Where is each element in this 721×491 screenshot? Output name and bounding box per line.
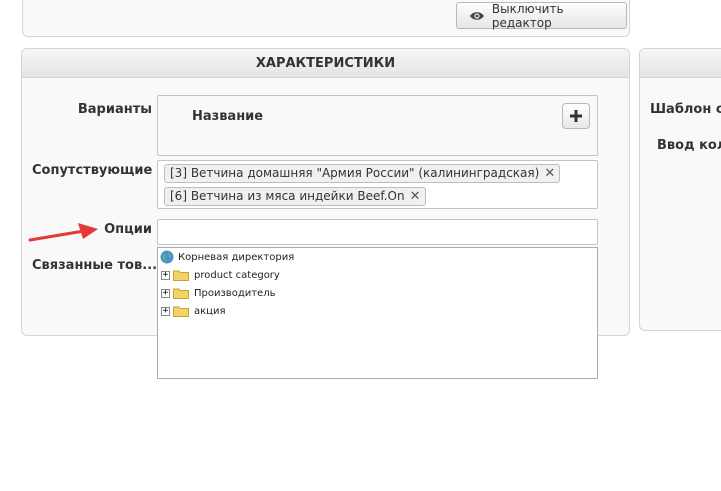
options-input[interactable] — [157, 219, 598, 245]
eye-icon — [469, 11, 484, 20]
tree-root-label: Корневая директория — [178, 251, 295, 263]
globe-icon — [160, 250, 174, 264]
panel-header: ХАРАКТЕРИСТИКИ — [22, 49, 629, 78]
panel-title: ХАРАКТЕРИСТИКИ — [255, 55, 396, 71]
quantity-input-label: Ввод коли — [657, 138, 721, 153]
red-arrow-annotation — [28, 223, 98, 242]
folder-icon — [173, 306, 189, 317]
tree-root[interactable]: Корневая директория — [160, 248, 294, 266]
tree-item-label: Производитель — [194, 287, 276, 299]
tree-item-label: акция — [194, 305, 226, 317]
add-variant-button[interactable] — [562, 103, 590, 129]
disable-editor-label: Выключить редактор — [491, 1, 564, 30]
tree-item[interactable]: + product category — [161, 266, 280, 284]
right-panel — [639, 48, 721, 331]
linked-products-label: Связанные тов... — [32, 258, 158, 273]
plus-icon — [570, 110, 582, 122]
related-tag: [6] Ветчина из мяса индейки Beef.On ✕ — [164, 187, 426, 206]
related-tag-text: [3] Ветчина домашняя "Армия России" (кал… — [170, 166, 540, 180]
remove-tag-icon[interactable]: ✕ — [410, 188, 421, 205]
page-template-label: Шаблон стр — [650, 102, 721, 117]
options-label: Опции — [104, 222, 152, 237]
expand-icon[interactable]: + — [161, 306, 170, 316]
disable-editor-button[interactable]: Выключить редактор — [456, 1, 627, 30]
tree-item[interactable]: + Производитель — [161, 284, 276, 302]
folder-icon — [173, 288, 189, 299]
expand-icon[interactable]: + — [161, 270, 170, 280]
related-products-box[interactable]: [3] Ветчина домашняя "Армия России" (кал… — [157, 160, 598, 209]
variants-name-header: Название — [192, 109, 264, 124]
expand-icon[interactable]: + — [161, 288, 170, 298]
variants-label: Варианты — [77, 102, 152, 117]
tree-item[interactable]: + акция — [161, 302, 226, 320]
related-products-label: Сопутствующие ... — [32, 163, 172, 178]
related-tag-text: [6] Ветчина из мяса индейки Beef.On — [170, 189, 405, 203]
related-tag: [3] Ветчина домашняя "Армия России" (кал… — [164, 164, 561, 183]
tree-item-label: product category — [194, 269, 280, 281]
folder-icon — [173, 270, 189, 281]
category-tree[interactable]: Корневая директория + product category +… — [157, 247, 598, 379]
right-panel-header — [640, 49, 721, 78]
remove-tag-icon[interactable]: ✕ — [544, 165, 555, 182]
variants-box — [157, 95, 598, 156]
